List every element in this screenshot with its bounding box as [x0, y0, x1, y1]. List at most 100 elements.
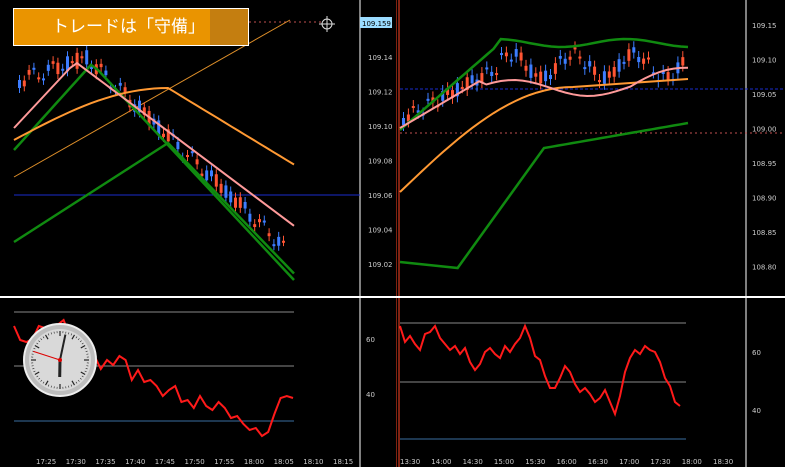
candle	[602, 71, 606, 84]
candle	[42, 78, 45, 81]
candle	[593, 66, 597, 75]
candle	[573, 47, 577, 50]
candle	[18, 80, 21, 88]
time-tick-label: 14:30	[463, 458, 483, 466]
time-tick-label: 17:30	[650, 458, 670, 466]
time-tick-label: 17:25	[36, 458, 56, 466]
candle	[460, 86, 464, 89]
time-tick-label: 18:10	[303, 458, 323, 466]
candle	[277, 236, 281, 246]
axis-tick-label: 109.10	[368, 123, 393, 131]
candle	[426, 98, 430, 101]
candle	[99, 63, 103, 68]
candle	[642, 58, 646, 64]
candle	[214, 174, 218, 187]
title-text: トレードは「守備」	[52, 17, 205, 37]
axis-tick-label: 109.08	[368, 158, 393, 166]
candle	[514, 49, 518, 57]
time-tick-label: 15:00	[494, 458, 514, 466]
candle	[162, 133, 165, 137]
candle	[529, 64, 533, 78]
axis-tick-label: 108.90	[752, 195, 777, 203]
right-rsi-label-60: 60	[752, 349, 761, 357]
candle	[666, 72, 670, 80]
time-tick-label: 17:55	[214, 458, 234, 466]
time-tick-label: 17:50	[185, 458, 205, 466]
candle	[495, 73, 499, 76]
candle	[627, 49, 631, 61]
candle	[46, 64, 50, 71]
candle	[282, 240, 285, 243]
axis-tick-label: 108.85	[752, 229, 777, 237]
axis-tick-label: 109.00	[752, 126, 777, 134]
time-tick-label: 14:00	[431, 458, 451, 466]
axis-tick-label: 109.10	[752, 57, 777, 65]
candle	[563, 58, 567, 64]
candle	[539, 71, 543, 84]
candle	[272, 244, 276, 247]
candle	[61, 68, 65, 71]
candle	[85, 50, 89, 65]
candle	[509, 59, 513, 62]
right-rsi-chart[interactable]: 60 40 13:30 14:00 14:30 15:00 15:30 16:00 16:3…	[396, 298, 785, 467]
candle	[504, 52, 508, 57]
candle	[51, 61, 55, 64]
time-tick-label: 17:40	[125, 458, 145, 466]
axis-tick-label: 108.80	[752, 264, 777, 272]
time-tick-label: 16:00	[557, 458, 577, 466]
title-banner: トレードは「守備」	[13, 8, 249, 46]
candle	[632, 47, 636, 53]
candle	[568, 56, 572, 60]
candle	[583, 67, 587, 70]
time-tick-label: 18:30	[713, 458, 733, 466]
time-tick-label: 17:00	[619, 458, 639, 466]
candle	[549, 74, 552, 79]
axis-tick-label: 109.14	[368, 54, 393, 62]
candle	[229, 191, 233, 203]
candle	[490, 71, 494, 76]
candle	[262, 220, 266, 223]
candle	[267, 233, 271, 237]
time-tick-label: 18:00	[244, 458, 264, 466]
candle	[534, 73, 538, 77]
time-tick-label: 18:00	[682, 458, 702, 466]
candle	[195, 159, 199, 165]
candle	[617, 59, 621, 72]
rsi-line	[399, 323, 681, 418]
left-rsi-label-40: 40	[366, 391, 375, 399]
candle	[500, 53, 503, 56]
time-tick-label: 15:30	[525, 458, 545, 466]
band-lower	[399, 121, 689, 270]
candle	[480, 73, 484, 83]
candle	[37, 77, 41, 80]
axis-tick-label: 109.06	[368, 192, 393, 200]
candle	[411, 106, 415, 109]
candle	[598, 80, 601, 83]
candle	[205, 170, 209, 181]
clock-icon	[23, 323, 97, 397]
candle	[524, 65, 528, 71]
candle	[612, 67, 616, 77]
candle	[588, 61, 592, 67]
candle	[647, 57, 650, 60]
axis-tick-label: 109.04	[368, 227, 393, 235]
candle	[219, 183, 223, 193]
band-lower	[13, 141, 295, 275]
candle	[622, 61, 626, 64]
candle	[681, 57, 685, 66]
candle	[32, 67, 36, 70]
candle	[210, 170, 213, 177]
right-price-chart[interactable]: 109.15 109.10 109.05 109.00 108.95 108.90 108.…	[396, 0, 785, 296]
axis-tick-label: 109.05	[752, 91, 777, 99]
time-tick-label: 16:30	[588, 458, 608, 466]
candle	[258, 219, 261, 223]
candle	[558, 55, 562, 59]
left-rsi-chart[interactable]: 60 40 17:25 17:30 17:35 17:40 17:45 17:50 17:5…	[0, 298, 400, 467]
candle	[70, 61, 74, 64]
candle	[248, 213, 252, 222]
time-tick-label: 18:05	[274, 458, 294, 466]
candle	[104, 70, 108, 76]
left-rsi-label-60: 60	[366, 336, 375, 344]
crosshair-icon[interactable]	[319, 16, 335, 32]
axis-tick-label: 109.15	[752, 22, 777, 30]
